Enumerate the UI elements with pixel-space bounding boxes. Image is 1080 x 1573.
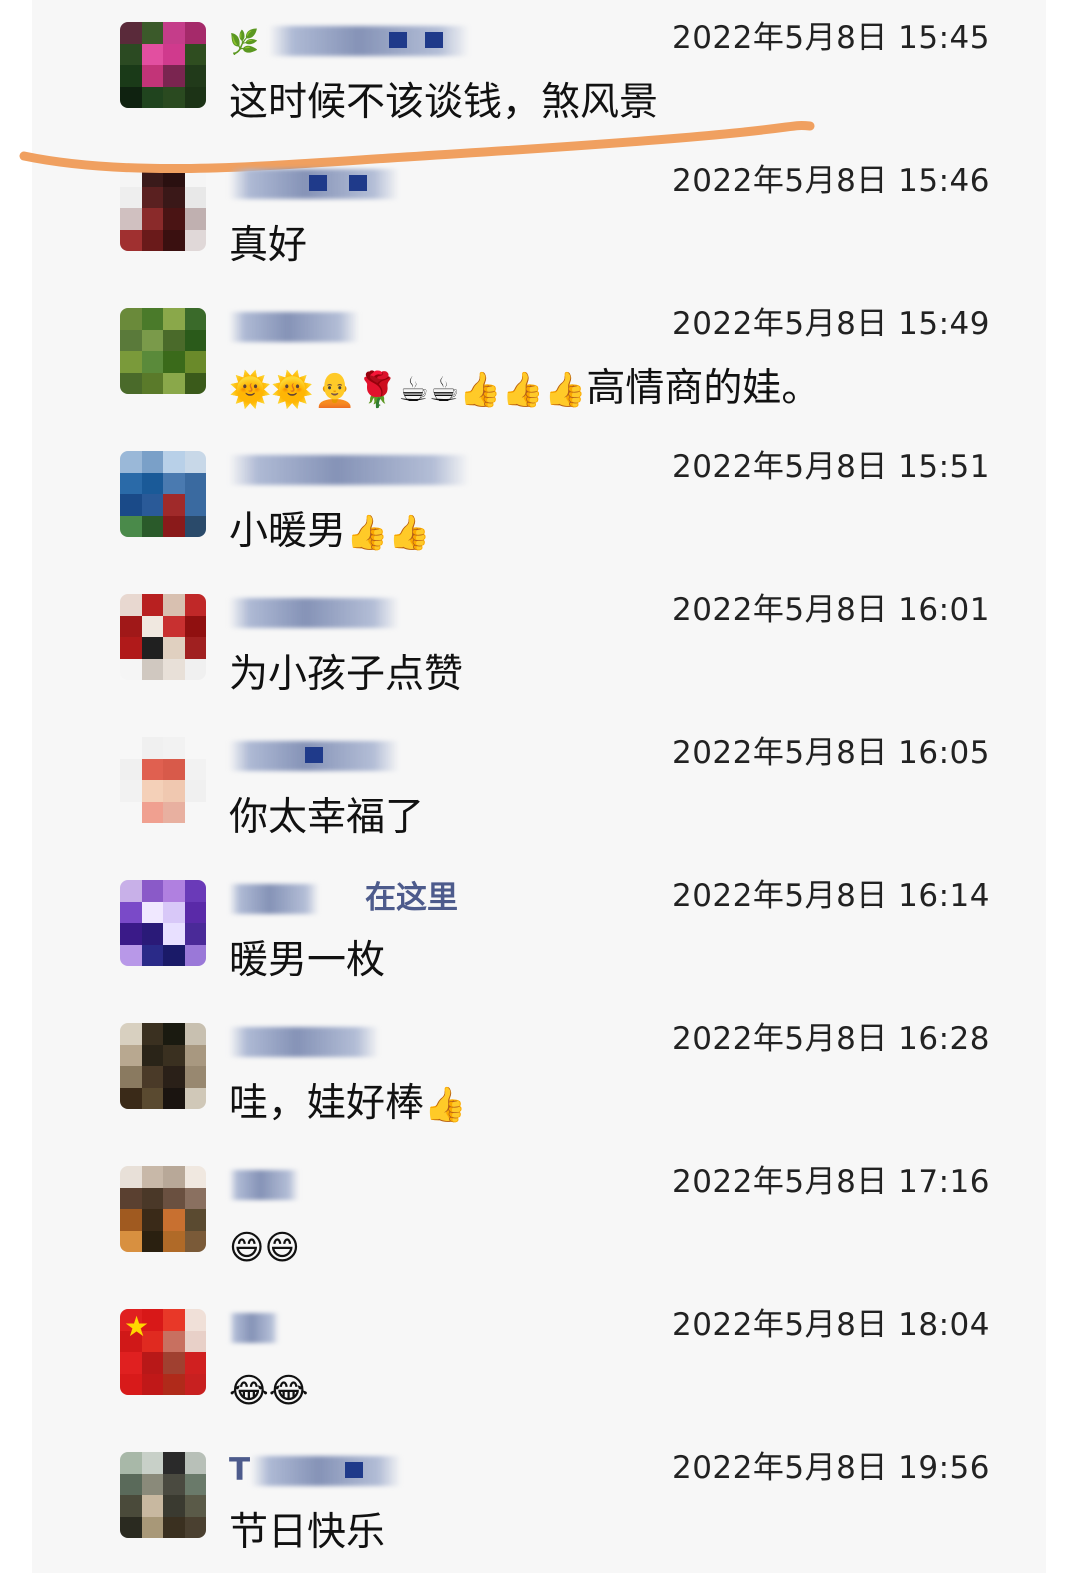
redacted-blur [229, 884, 319, 914]
message-text: 😄😄 [229, 1222, 300, 1273]
redacted-blur [229, 1313, 279, 1343]
emoji-sequence: 🌞🌞🧑‍🦲🌹☕☕👍👍👍 [229, 370, 587, 410]
redacted-blur [229, 1027, 379, 1057]
nickname[interactable] [229, 1021, 479, 1061]
comment-item[interactable]: 2022年5月8日 16:28 哇，娃好棒👍 [32, 1001, 1046, 1144]
leaf-icon: 🌿 [229, 28, 259, 56]
thumbs-up-icon: 👍👍 [346, 513, 431, 553]
timestamp: 2022年5月8日 15:51 [671, 449, 990, 485]
avatar[interactable] [120, 737, 206, 823]
nickname[interactable] [229, 1307, 479, 1347]
timestamp: 2022年5月8日 16:05 [671, 735, 990, 771]
avatar[interactable] [120, 451, 206, 537]
redacted-blur [229, 455, 469, 485]
nickname[interactable] [229, 306, 479, 346]
message-text: 暖男一枚 [229, 938, 386, 983]
message-text: 你太幸福了 [229, 795, 425, 840]
nickname[interactable]: 在这里 [229, 878, 479, 918]
timestamp: 2022年5月8日 15:46 [671, 163, 990, 199]
message-text: 这时候不该谈钱，煞风景 [229, 80, 659, 125]
message-text: 为小孩子点赞 [229, 652, 464, 697]
comment-item[interactable]: 2022年5月8日 17:16 😄😄 [32, 1144, 1046, 1287]
message-text: 哇，娃好棒👍 [229, 1081, 467, 1126]
avatar[interactable] [120, 1166, 206, 1252]
redacted-block [349, 175, 367, 191]
timestamp: 2022年5月8日 16:28 [671, 1021, 990, 1057]
timestamp: 2022年5月8日 15:45 [671, 20, 990, 56]
nickname[interactable] [229, 1164, 479, 1204]
comment-item[interactable]: 2022年5月8日 16:01 为小孩子点赞 [32, 572, 1046, 715]
avatar[interactable] [120, 22, 206, 108]
comment-item[interactable]: 2022年5月8日 15:49 🌞🌞🧑‍🦲🌹☕☕👍👍👍高情商的娃。 [32, 286, 1046, 429]
nickname[interactable] [229, 449, 479, 489]
nickname[interactable]: T [229, 1450, 479, 1490]
timestamp: 2022年5月8日 17:16 [671, 1164, 990, 1200]
redacted-blur [229, 598, 399, 628]
comment-item[interactable]: ★ 2022年5月8日 18:04 😂😂 [32, 1287, 1046, 1430]
nickname[interactable] [229, 163, 479, 203]
comment-item[interactable]: 2022年5月8日 15:51 小暖男👍👍 [32, 429, 1046, 572]
star-icon: ★ [124, 1310, 150, 1343]
grinning-face-icon: 😄😄 [229, 1228, 300, 1268]
avatar[interactable] [120, 165, 206, 251]
avatar[interactable] [120, 1452, 206, 1538]
tears-of-joy-icon: 😂😂 [229, 1371, 309, 1411]
comment-item[interactable]: 🌿 2022年5月8日 15:45 这时候不该谈钱，煞风景 [32, 0, 1046, 143]
timestamp: 2022年5月8日 16:14 [671, 878, 990, 914]
nickname[interactable] [229, 592, 479, 632]
redacted-block [425, 32, 443, 48]
redacted-block [309, 175, 327, 191]
avatar[interactable] [120, 880, 206, 966]
redacted-block [345, 1462, 363, 1478]
redacted-blur [229, 1170, 299, 1200]
message-text: 🌞🌞🧑‍🦲🌹☕☕👍👍👍高情商的娃。 [229, 366, 821, 411]
redacted-blur [229, 312, 359, 342]
nickname[interactable]: 🌿 [229, 20, 479, 60]
timestamp: 2022年5月8日 15:49 [671, 306, 990, 342]
avatar[interactable]: ★ [120, 1309, 206, 1395]
comment-item[interactable]: T 2022年5月8日 19:56 节日快乐 [32, 1430, 1046, 1573]
timestamp: 2022年5月8日 18:04 [671, 1307, 990, 1343]
message-text: 真好 [229, 223, 308, 268]
comment-item[interactable]: 2022年5月8日 15:46 真好 [32, 143, 1046, 286]
message-text: 😂😂 [229, 1365, 308, 1416]
message-text: 节日快乐 [229, 1510, 386, 1555]
avatar[interactable] [120, 308, 206, 394]
comment-item[interactable]: 在这里 2022年5月8日 16:14 暖男一枚 [32, 858, 1046, 1001]
avatar[interactable] [120, 1023, 206, 1109]
redacted-block [305, 747, 323, 763]
comment-item[interactable]: 2022年5月8日 16:05 你太幸福了 [32, 715, 1046, 858]
nickname[interactable] [229, 735, 479, 775]
timestamp: 2022年5月8日 16:01 [671, 592, 990, 628]
thumbs-up-icon: 👍 [424, 1085, 467, 1125]
redacted-block [389, 32, 407, 48]
message-text: 小暖男👍👍 [229, 509, 431, 554]
redacted-blur [251, 1456, 401, 1486]
avatar[interactable] [120, 594, 206, 680]
timestamp: 2022年5月8日 19:56 [671, 1450, 990, 1486]
